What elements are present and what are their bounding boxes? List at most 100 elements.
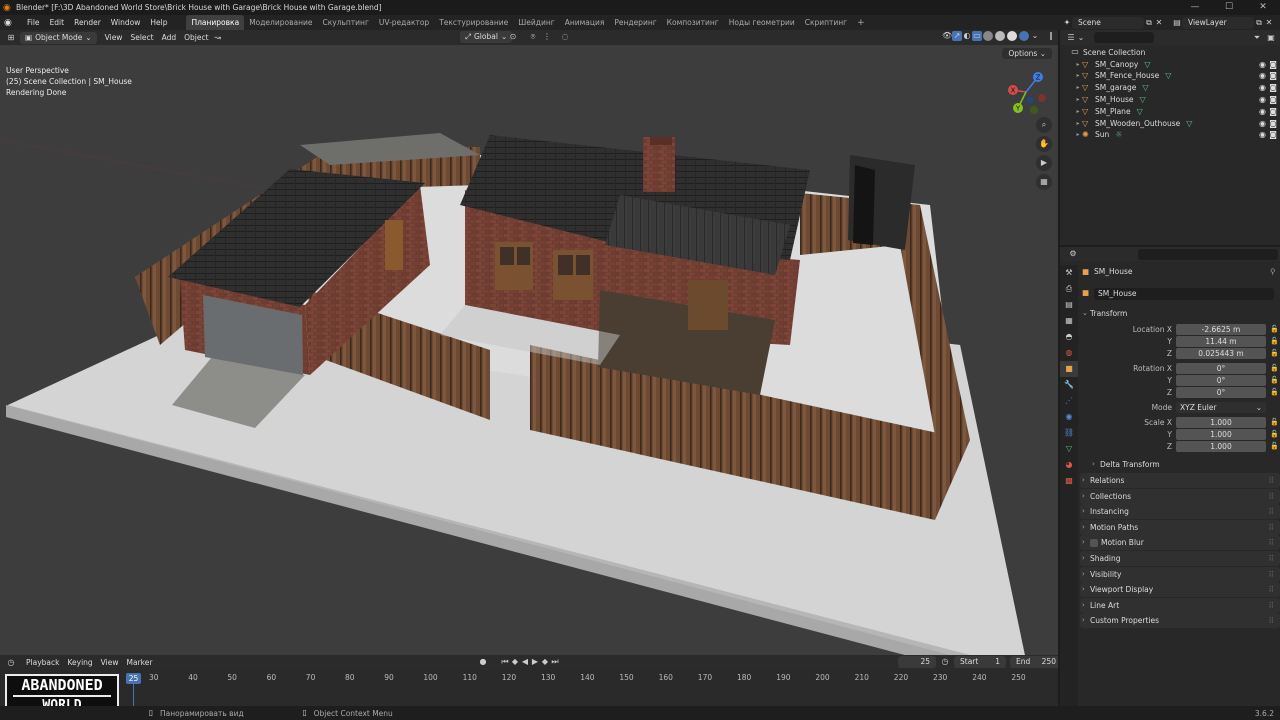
material-tab-icon[interactable]: ◕ bbox=[1060, 457, 1078, 473]
outliner-item[interactable]: ▸ ▽ SM_Canopy ▽ ◉ ◙ bbox=[1074, 58, 1280, 70]
expand-arrow-icon[interactable]: ▸ bbox=[1074, 120, 1082, 127]
jump-start-icon[interactable]: ⏮ bbox=[500, 657, 510, 667]
rotation-y-field[interactable]: 0° bbox=[1176, 375, 1266, 386]
menu-select[interactable]: Select bbox=[126, 30, 157, 45]
particles-tab-icon[interactable]: ⋰ bbox=[1060, 393, 1078, 409]
gizmo-neg-y[interactable] bbox=[1030, 106, 1038, 114]
property-panel-header[interactable]: › Motion Blur ⠿ bbox=[1080, 535, 1280, 551]
lock-icon[interactable]: 🔓 bbox=[1270, 417, 1279, 428]
mesh-data-icon[interactable]: ▽ bbox=[1186, 119, 1192, 128]
remove-view-layer-icon[interactable]: ✕ bbox=[1264, 18, 1274, 28]
timeline[interactable]: 30 40 50 60 70 80 90 100 110 120 130 140 150 160 170 18… bbox=[0, 670, 1058, 706]
property-panel-header[interactable]: › Instancing ⠿ bbox=[1080, 504, 1280, 520]
property-panel-header[interactable]: › Viewport Display ⠿ bbox=[1080, 582, 1280, 598]
outliner-item[interactable]: ▸ ✺ Sun ☼ ◉ ◙ bbox=[1074, 129, 1280, 141]
render-camera-icon[interactable]: ◙ bbox=[1269, 119, 1277, 128]
start-frame-field[interactable]: Start 1 bbox=[954, 656, 1006, 668]
constraints-tab-icon[interactable]: ⛓ bbox=[1060, 425, 1078, 441]
render-camera-icon[interactable]: ◙ bbox=[1269, 60, 1277, 69]
render-camera-icon[interactable]: ◙ bbox=[1269, 130, 1277, 139]
render-camera-icon[interactable]: ◙ bbox=[1269, 95, 1277, 104]
menu-view[interactable]: View bbox=[101, 30, 127, 45]
mesh-data-icon[interactable]: ▽ bbox=[1144, 60, 1150, 69]
property-panel-header[interactable]: › Shading ⠿ bbox=[1080, 551, 1280, 566]
workspace-tab-layout[interactable]: Планировка bbox=[186, 15, 245, 30]
prev-keyframe-icon[interactable]: ◆ bbox=[510, 657, 520, 667]
lock-icon[interactable]: 🔓 bbox=[1270, 336, 1279, 347]
outliner-item[interactable]: ▸ ▽ SM_Fence_House ▽ ◉ ◙ bbox=[1074, 70, 1280, 82]
scene-selector[interactable]: ✦ Scene ⧉ ✕ bbox=[1062, 16, 1172, 29]
expand-arrow-icon[interactable]: ▸ bbox=[1074, 131, 1082, 138]
workspace-tab-texture-paint[interactable]: Текстурирование bbox=[434, 15, 513, 30]
scale-y-field[interactable]: 1.000 bbox=[1176, 429, 1266, 440]
expand-arrow-icon[interactable]: ▸ bbox=[1074, 72, 1082, 79]
xray-icon[interactable]: ▭ bbox=[972, 31, 982, 41]
overlay-icon[interactable]: ◐ bbox=[962, 31, 972, 41]
view-layer-selector[interactable]: ▤ ViewLayer ⧉ ✕ bbox=[1172, 16, 1280, 29]
workspace-tab-compositing[interactable]: Композитинг bbox=[662, 15, 724, 30]
drag-handle-icon[interactable]: ⠿ bbox=[1269, 489, 1275, 504]
new-collection-icon[interactable]: ▣ bbox=[1266, 33, 1276, 43]
zoom-icon[interactable]: ⌕ bbox=[1036, 117, 1052, 133]
mesh-data-icon[interactable]: ▽ bbox=[1142, 83, 1148, 92]
sidebar-toggle-icon[interactable]: ‖ bbox=[1046, 31, 1056, 41]
drag-handle-icon[interactable]: ⠿ bbox=[1269, 473, 1275, 488]
mesh-data-icon[interactable]: ▽ bbox=[1137, 107, 1143, 116]
property-panel-header[interactable]: › Line Art ⠿ bbox=[1080, 597, 1280, 613]
workspace-tab-sculpting[interactable]: Скульптинг bbox=[317, 15, 373, 30]
clock-icon[interactable]: ◷ bbox=[940, 657, 950, 667]
playhead[interactable]: 25 bbox=[126, 673, 141, 684]
gizmo-neg-z[interactable] bbox=[1026, 96, 1034, 104]
scene-tab-icon[interactable]: ◓ bbox=[1060, 329, 1078, 345]
blender-menu-icon[interactable]: ◉ bbox=[4, 18, 18, 28]
lock-icon[interactable]: 🔓 bbox=[1270, 441, 1279, 452]
shading-options-icon[interactable]: ⌄ bbox=[1030, 31, 1040, 41]
eye-icon[interactable]: ◉ bbox=[1259, 71, 1266, 80]
mode-selector[interactable]: ▣ Object Mode ⌄ bbox=[20, 31, 97, 44]
render-tab-icon[interactable]: ⎙ bbox=[1060, 281, 1078, 297]
property-panel-header[interactable]: › Custom Properties ⠿ bbox=[1080, 613, 1280, 629]
play-icon[interactable]: ▶ bbox=[530, 657, 540, 667]
gizmo-toggle-icon[interactable]: ↗ bbox=[952, 31, 962, 41]
scale-z-field[interactable]: 1.000 bbox=[1176, 441, 1266, 452]
object-tab-icon[interactable]: ■ bbox=[1060, 361, 1078, 377]
drag-handle-icon[interactable]: ⠿ bbox=[1269, 598, 1275, 613]
property-panel-header[interactable]: › Collections ⠿ bbox=[1080, 488, 1280, 504]
drag-handle-icon[interactable]: ⠿ bbox=[1269, 504, 1275, 519]
outliner-item[interactable]: ▸ ▽ SM_House ▽ ◉ ◙ bbox=[1074, 93, 1280, 105]
render-camera-icon[interactable]: ◙ bbox=[1269, 83, 1277, 92]
eye-icon[interactable]: ◉ bbox=[1259, 130, 1266, 139]
display-mode-icon[interactable]: ⌄ bbox=[1076, 33, 1086, 43]
visibility-icon[interactable]: 👁 bbox=[942, 31, 952, 41]
eye-icon[interactable]: ◉ bbox=[1259, 119, 1266, 128]
outliner-editor-icon[interactable]: ☰ bbox=[1066, 33, 1076, 43]
workspace-tab-animation[interactable]: Анимация bbox=[560, 15, 610, 30]
workspace-tab-geometry-nodes[interactable]: Ноды геометрии bbox=[724, 15, 800, 30]
mesh-data-icon[interactable]: ▽ bbox=[1140, 95, 1146, 104]
gizmo-neg-x[interactable] bbox=[1038, 94, 1046, 102]
jump-end-icon[interactable]: ⏭ bbox=[550, 657, 560, 667]
wireframe-shading-icon[interactable] bbox=[983, 31, 993, 41]
menu-marker[interactable]: Marker bbox=[122, 655, 156, 670]
transform-panel-header[interactable]: ⌄ Transform bbox=[1080, 306, 1280, 321]
duplicate-scene-icon[interactable]: ⧉ bbox=[1144, 18, 1154, 28]
workspace-tab-uv-editing[interactable]: UV-редактор bbox=[374, 15, 434, 30]
workspace-tab-modeling[interactable]: Моделирование bbox=[244, 15, 317, 30]
scene-name[interactable]: Scene bbox=[1072, 16, 1144, 29]
lock-icon[interactable]: 🔓 bbox=[1270, 324, 1279, 335]
world-tab-icon[interactable]: ◍ bbox=[1060, 345, 1078, 361]
physics-tab-icon[interactable]: ◉ bbox=[1060, 409, 1078, 425]
menu-add[interactable]: Add bbox=[158, 30, 181, 45]
material-shading-icon[interactable] bbox=[1007, 31, 1017, 41]
solid-shading-icon[interactable] bbox=[995, 31, 1005, 41]
next-keyframe-icon[interactable]: ◆ bbox=[540, 657, 550, 667]
tool-tab-icon[interactable]: ⚒ bbox=[1060, 265, 1078, 281]
play-reverse-icon[interactable]: ◀ bbox=[520, 657, 530, 667]
menu-render[interactable]: Render bbox=[69, 15, 106, 30]
texture-tab-icon[interactable]: ▩ bbox=[1060, 473, 1078, 489]
property-panel-header[interactable]: › Relations ⠿ bbox=[1080, 473, 1280, 488]
menu-timeline-view[interactable]: View bbox=[97, 655, 123, 670]
pivot-point-icon[interactable]: ⊙ bbox=[508, 32, 518, 42]
duplicate-view-layer-icon[interactable]: ⧉ bbox=[1254, 18, 1264, 28]
remove-scene-icon[interactable]: ✕ bbox=[1154, 18, 1164, 28]
